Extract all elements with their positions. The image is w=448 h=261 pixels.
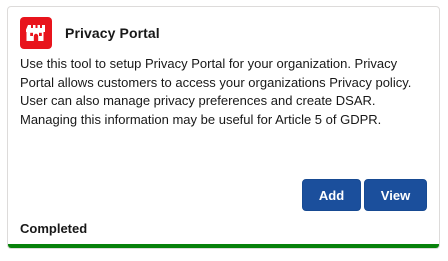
- card-description: Use this tool to setup Privacy Portal fo…: [20, 56, 412, 127]
- add-button[interactable]: Add: [302, 179, 361, 211]
- status-label: Completed: [20, 221, 88, 236]
- view-button[interactable]: View: [364, 179, 427, 211]
- progress-bar: [8, 244, 439, 248]
- card-header: Privacy Portal: [20, 17, 160, 49]
- castle-tower-icon: [20, 17, 52, 49]
- card-title: Privacy Portal: [65, 25, 160, 41]
- privacy-portal-card: Privacy Portal Use this tool to setup Pr…: [7, 6, 440, 249]
- progress-bar-fill: [8, 244, 439, 248]
